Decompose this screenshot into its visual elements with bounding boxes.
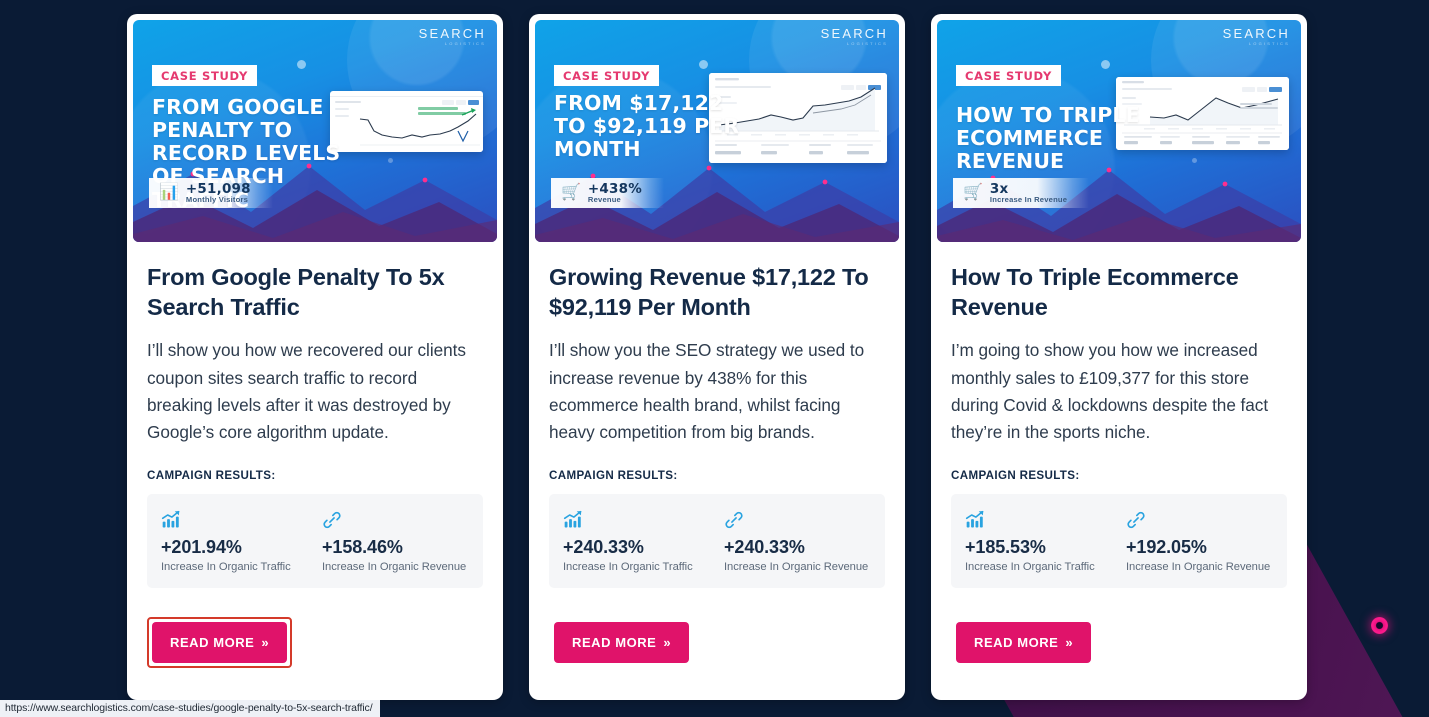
shopping-cart-icon: 🛒 bbox=[963, 183, 983, 201]
card-body: From Google Penalty To 5x Search Traffic… bbox=[133, 242, 497, 700]
chevron-double-right-icon: » bbox=[1065, 634, 1074, 650]
hero-stat-caption: Monthly Visitors bbox=[185, 195, 249, 205]
hero-dot bbox=[296, 59, 306, 69]
stat-organic-traffic: +185.53% Increase In Organic Traffic bbox=[965, 510, 1112, 573]
card-description: I’m going to show you how we increased m… bbox=[951, 340, 1269, 443]
screenshot-toolbar bbox=[330, 91, 483, 97]
page-root: SEARCH LOGISTICS CASE STUDY FROM GOOGLE … bbox=[0, 0, 1429, 717]
hero-stat-badge: 🛒 +438% Revenue bbox=[551, 177, 664, 208]
hero-brand-logo: SEARCH LOGISTICS bbox=[821, 27, 888, 46]
chevron-double-right-icon: » bbox=[261, 634, 270, 650]
hero-headline: HOW TO TRIPLE ECOMMERCE REVENUE bbox=[956, 103, 1140, 174]
hero-logo-sub: LOGISTICS bbox=[846, 41, 888, 46]
stat-organic-revenue: +240.33% Increase In Organic Revenue bbox=[724, 510, 871, 573]
card-description: I’ll show you how we recovered our clien… bbox=[147, 340, 466, 443]
read-more-focus-ring: READ MORE » bbox=[951, 617, 1096, 668]
card-title: From Google Penalty To 5x Search Traffic bbox=[147, 264, 445, 321]
campaign-results-label: CAMPAIGN RESULTS: bbox=[549, 468, 678, 482]
hero-stat-badge: 📊 +51,098 Monthly Visitors bbox=[149, 177, 273, 208]
chart-growth-icon bbox=[965, 510, 1112, 530]
stat-value: +240.33% bbox=[724, 536, 805, 557]
stat-value: +240.33% bbox=[563, 536, 644, 557]
campaign-results-box: +240.33% Increase In Organic Traffic +24… bbox=[549, 493, 885, 588]
hero-headline: FROM $17,122 TO $92,119 PER MONTH bbox=[554, 91, 740, 162]
read-more-label: READ MORE bbox=[974, 634, 1059, 650]
stat-organic-revenue: +158.46% Increase In Organic Revenue bbox=[322, 510, 469, 573]
read-more-focus-ring: READ MORE » bbox=[549, 617, 694, 668]
read-more-button[interactable]: READ MORE » bbox=[554, 621, 690, 663]
stat-caption: Increase In Organic Revenue bbox=[1126, 560, 1271, 573]
stat-value: +158.46% bbox=[322, 536, 403, 557]
stat-organic-revenue: +192.05% Increase In Organic Revenue bbox=[1126, 510, 1273, 573]
read-more-focus-ring: READ MORE » bbox=[147, 616, 293, 668]
hero-logo-main: SEARCH bbox=[1222, 26, 1290, 41]
stat-caption: Increase In Organic Traffic bbox=[563, 560, 693, 573]
read-more-label: READ MORE bbox=[170, 634, 255, 650]
read-more-button[interactable]: READ MORE » bbox=[956, 621, 1092, 663]
card-hero-image: SEARCH LOGISTICS CASE STUDY FROM $17,122… bbox=[535, 20, 899, 242]
campaign-results-label: CAMPAIGN RESULTS: bbox=[147, 468, 276, 482]
hero-brand-logo: SEARCH LOGISTICS bbox=[419, 27, 486, 46]
stat-value: +192.05% bbox=[1126, 536, 1207, 557]
link-icon bbox=[724, 510, 871, 530]
hero-stat-value: +51,098 bbox=[185, 180, 251, 197]
hero-dashboard-screenshot bbox=[330, 91, 483, 152]
hero-dot bbox=[1100, 59, 1110, 69]
chevron-double-right-icon: » bbox=[663, 634, 672, 650]
hero-brand-logo: SEARCH LOGISTICS bbox=[1223, 27, 1290, 46]
screenshot-chart bbox=[330, 97, 483, 152]
campaign-results-box: +201.94% Increase In Organic Traffic +15… bbox=[147, 493, 483, 588]
stat-caption: Increase In Organic Revenue bbox=[322, 560, 467, 573]
campaign-results-box: +185.53% Increase In Organic Traffic +19… bbox=[951, 493, 1287, 588]
hero-logo-sub: LOGISTICS bbox=[1248, 41, 1290, 46]
stat-value: +201.94% bbox=[161, 536, 242, 557]
card-hero-image: SEARCH LOGISTICS CASE STUDY HOW TO TRIPL… bbox=[937, 20, 1301, 242]
card-title: How To Triple Ecommerce Revenue bbox=[951, 264, 1239, 321]
case-study-card[interactable]: SEARCH LOGISTICS CASE STUDY FROM GOOGLE … bbox=[127, 14, 503, 700]
stat-caption: Increase In Organic Traffic bbox=[161, 560, 291, 573]
card-body: Growing Revenue $17,122 To $92,119 Per M… bbox=[535, 242, 899, 700]
hero-stat-caption: Increase In Revenue bbox=[989, 195, 1068, 205]
hero-case-study-badge: CASE STUDY bbox=[152, 65, 257, 86]
hero-stat-value: 3x bbox=[989, 180, 1009, 197]
chart-growth-icon bbox=[161, 510, 308, 530]
read-more-label: READ MORE bbox=[572, 634, 657, 650]
hero-stat-caption: Revenue bbox=[587, 195, 621, 205]
hero-dot bbox=[1191, 157, 1197, 163]
page-left-edge bbox=[0, 0, 3, 717]
stat-caption: Increase In Organic Revenue bbox=[724, 560, 869, 573]
hero-dot bbox=[698, 59, 708, 69]
hero-dot bbox=[387, 157, 393, 163]
browser-status-bar-url: https://www.searchlogistics.com/case-stu… bbox=[0, 700, 380, 717]
case-study-card[interactable]: SEARCH LOGISTICS CASE STUDY FROM $17,122… bbox=[529, 14, 905, 700]
card-description: I’ll show you the SEO strategy we used t… bbox=[549, 340, 865, 443]
link-icon bbox=[322, 510, 469, 530]
card-hero-image: SEARCH LOGISTICS CASE STUDY FROM GOOGLE … bbox=[133, 20, 497, 242]
traffic-visitors-icon: 📊 bbox=[159, 183, 179, 201]
stat-organic-traffic: +240.33% Increase In Organic Traffic bbox=[563, 510, 710, 573]
stat-organic-traffic: +201.94% Increase In Organic Traffic bbox=[161, 510, 308, 573]
hero-case-study-badge: CASE STUDY bbox=[956, 65, 1061, 86]
link-icon bbox=[1126, 510, 1273, 530]
hero-logo-main: SEARCH bbox=[418, 26, 486, 41]
case-study-card[interactable]: SEARCH LOGISTICS CASE STUDY HOW TO TRIPL… bbox=[931, 14, 1307, 700]
decorative-pink-dot-icon bbox=[1371, 617, 1388, 634]
hero-logo-main: SEARCH bbox=[820, 26, 888, 41]
read-more-button[interactable]: READ MORE » bbox=[152, 621, 288, 663]
card-body: How To Triple Ecommerce Revenue I’m goin… bbox=[937, 242, 1301, 700]
chart-growth-icon bbox=[563, 510, 710, 530]
stat-value: +185.53% bbox=[965, 536, 1046, 557]
hero-case-study-badge: CASE STUDY bbox=[554, 65, 659, 86]
hero-logo-sub: LOGISTICS bbox=[444, 41, 486, 46]
shopping-cart-icon: 🛒 bbox=[561, 183, 581, 201]
campaign-results-label: CAMPAIGN RESULTS: bbox=[951, 468, 1080, 482]
case-study-card-grid: SEARCH LOGISTICS CASE STUDY FROM GOOGLE … bbox=[127, 14, 1307, 700]
stat-caption: Increase In Organic Traffic bbox=[965, 560, 1095, 573]
hero-stat-value: +438% bbox=[587, 180, 642, 197]
hero-stat-badge: 🛒 3x Increase In Revenue bbox=[953, 177, 1090, 208]
card-title: Growing Revenue $17,122 To $92,119 Per M… bbox=[549, 264, 869, 321]
